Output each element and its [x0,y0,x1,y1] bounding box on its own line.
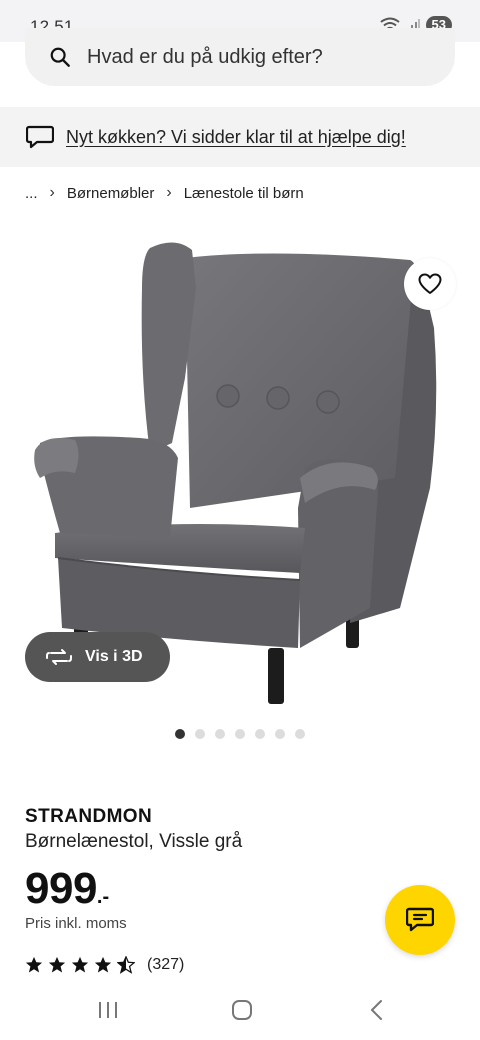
search-placeholder: Hvad er du på udkig efter? [87,45,323,68]
recent-apps-icon [99,1002,117,1018]
chevron-right-icon: › [49,184,55,201]
review-count[interactable]: (327) [147,956,184,974]
star-icon [48,956,66,973]
product-description: Børnelænestol, Vissle grå [25,831,243,852]
view-3d-label: Vis i 3D [85,648,143,665]
promo-link[interactable]: Nyt køkken? Vi sidder klar til at hjælpe… [66,127,406,148]
back-button[interactable] [362,997,392,1023]
star-icon [25,956,43,973]
promo-banner[interactable]: Nyt køkken? Vi sidder klar til at hjælpe… [0,107,480,167]
pagination-dot[interactable] [195,729,205,739]
pagination-dot[interactable] [215,729,225,739]
pagination-dot[interactable] [175,729,185,739]
breadcrumb-item-boernemoebler[interactable]: Børnemøbler [67,185,155,202]
home-button[interactable] [227,997,257,1023]
breadcrumb-item-ellipsis[interactable]: ... [25,185,38,202]
chat-bubble-icon [26,125,54,149]
chat-icon [406,907,434,932]
recent-apps-button[interactable] [93,997,123,1023]
vat-note: Pris inkl. moms [25,915,127,932]
heart-icon [418,273,442,294]
image-pagination [175,729,305,739]
system-nav-bar [0,985,480,1040]
pagination-dot[interactable] [235,729,245,739]
star-icon [71,956,89,973]
chevron-right-icon: › [166,184,172,201]
search-input[interactable]: Hvad er du på udkig efter? [25,28,455,86]
pagination-dot[interactable] [255,729,265,739]
rating[interactable]: (327) [25,956,184,974]
pagination-dot[interactable] [295,729,305,739]
chat-button[interactable] [385,885,455,955]
star-half-icon [117,956,135,974]
star-icon [94,956,112,973]
product-name: STRANDMON [25,806,153,827]
rating-stars [25,956,135,974]
favorite-button[interactable] [404,258,456,310]
price-integer: 999 [25,864,97,913]
breadcrumb: ... › Børnemøbler › Lænestole til børn [25,184,304,202]
pagination-dot[interactable] [275,729,285,739]
home-icon [232,1000,252,1020]
price-suffix: .- [96,886,110,908]
rotate-3d-icon [46,649,72,665]
price: 999 .- [25,864,109,914]
back-icon [371,1000,382,1020]
breadcrumb-item-laenestole[interactable]: Lænestole til børn [184,185,304,202]
view-3d-button[interactable]: Vis i 3D [25,632,170,682]
search-icon [50,47,70,67]
